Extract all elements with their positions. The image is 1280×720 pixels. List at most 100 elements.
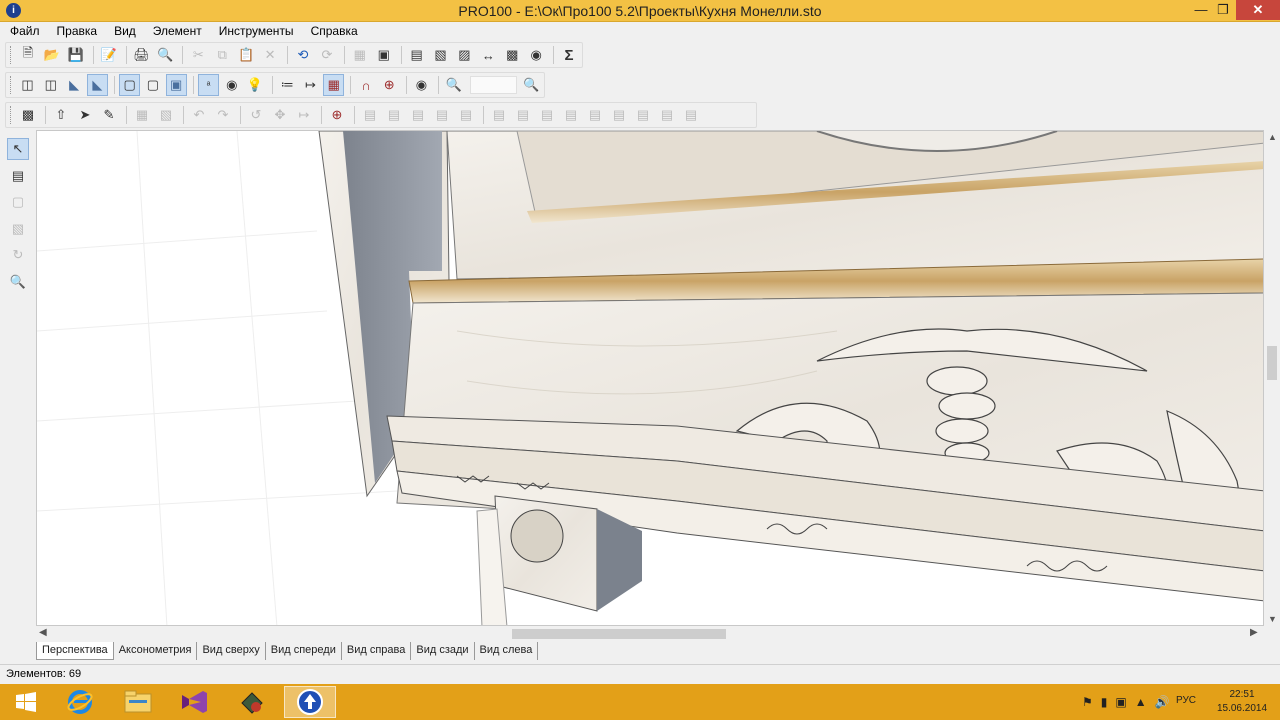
same-width-icon[interactable]: ▤ [560,104,582,126]
same-height-icon[interactable]: ▤ [584,104,606,126]
rotate-tool-icon[interactable]: ↻ [7,245,29,267]
mirror-icon[interactable]: ▤ [656,104,678,126]
box-view-icon[interactable]: ▢ [118,74,141,96]
zoom-in-icon[interactable]: 🔍 [443,74,464,96]
cut-icon[interactable]: ✂ [187,44,209,66]
scroll-left-arrow[interactable]: ◀ [39,627,47,638]
magnet-icon[interactable]: ∩ [355,74,376,96]
copy-tool-icon[interactable]: ▢ [7,191,29,213]
delete-icon[interactable]: ✕ [259,44,281,66]
menu-help[interactable]: Справка [301,22,365,38]
menu-element[interactable]: Элемент [143,22,209,38]
visual-studio-icon[interactable] [168,686,220,718]
tab-axonometry[interactable]: Аксонометрия [113,642,198,660]
wireframe-view-icon[interactable]: ◫ [17,74,38,96]
menu-file[interactable]: Файл [0,22,47,38]
hatch-tool-icon[interactable]: ▤ [7,165,29,187]
group-icon[interactable]: ▦ [131,104,153,126]
horizontal-scroll-thumb[interactable] [512,629,726,639]
vertical-scrollbar[interactable]: ▲ ▼ [1264,130,1280,626]
save-icon[interactable]: 💾 [65,44,87,66]
distribute-v-icon[interactable]: ▤ [455,104,477,126]
3d-viewport[interactable] [36,130,1264,626]
edit-icon[interactable]: ✎ [98,104,120,126]
file-explorer-icon[interactable] [112,686,164,718]
center-view-icon[interactable]: ◉ [411,74,432,96]
report-icon[interactable]: ▩ [501,44,523,66]
align-left-icon[interactable]: ▤ [359,104,381,126]
print-preview-icon[interactable]: 🔍 [155,44,177,66]
zoom-select[interactable] [470,76,517,94]
horizontal-scrollbar[interactable]: ◀ ▶ [36,626,1264,642]
print-icon[interactable]: 🖨 [131,44,153,66]
shaded-view-icon[interactable]: ◣ [63,74,84,96]
open-file-icon[interactable]: 📂 [41,44,63,66]
target-icon[interactable]: ⊕ [379,74,400,96]
toolbar-grip[interactable] [10,46,13,64]
pointer-tool-icon[interactable]: ↖ [7,138,29,160]
find-element-icon[interactable]: ▧ [430,44,452,66]
redo-icon[interactable]: ⟳ [316,44,338,66]
paste-icon[interactable]: 📋 [235,44,257,66]
flag-icon[interactable]: ⚑ [1082,695,1093,709]
scroll-down-arrow[interactable]: ▼ [1268,614,1277,624]
toolbar-grip[interactable] [10,76,13,94]
tab-front-view[interactable]: Вид спереди [265,642,342,660]
rotate-left-icon[interactable]: ↶ [188,104,210,126]
volume-icon[interactable]: 🔊 [1155,695,1170,709]
menu-view[interactable]: Вид [104,22,143,38]
pro100-taskbar-icon[interactable] [284,686,336,718]
move-up-icon[interactable]: ⇧ [50,104,72,126]
sum-button[interactable]: Σ [558,44,580,66]
properties-icon[interactable]: ▦ [349,44,371,66]
undo-move-icon[interactable]: ↺ [245,104,267,126]
security-icon[interactable]: ▣ [1115,695,1126,709]
box-solid-icon[interactable]: ▣ [165,74,187,96]
catalog-icon[interactable]: ▤ [406,44,428,66]
stack-icon[interactable]: ▤ [632,104,654,126]
fit-icon[interactable]: ▤ [680,104,702,126]
grid-icon[interactable]: ▦ [323,74,345,96]
maximize-button[interactable]: ❐ [1210,0,1236,20]
close-button[interactable]: ✕ [1236,0,1280,20]
distribute-h-icon[interactable]: ▤ [431,104,453,126]
move-icon[interactable]: ➤ [74,104,96,126]
select-all-icon[interactable]: ▩ [17,104,39,126]
text-labels-icon[interactable]: ᵃ [197,74,220,96]
clock[interactable]: 22:51 15.06.2014 [1212,688,1272,716]
internet-explorer-icon[interactable] [54,686,106,718]
resize-tool-icon[interactable]: ▧ [7,218,29,240]
tab-top-view[interactable]: Вид сверху [197,642,266,660]
align-center-icon[interactable]: ▤ [383,104,405,126]
pin-icon[interactable]: ⊕ [326,104,348,126]
align-top-icon[interactable]: ▤ [488,104,510,126]
window-icon[interactable]: ▣ [373,44,395,66]
align-middle-icon[interactable]: ▤ [512,104,534,126]
lightbulb-icon[interactable]: 💡 [244,74,265,96]
menu-edit[interactable]: Правка [47,22,105,38]
menu-tools[interactable]: Инструменты [209,22,301,38]
zoom-tool-icon[interactable]: 🔍 [7,271,29,293]
dimensions-icon[interactable]: ↔ [477,44,499,66]
tab-left-view[interactable]: Вид слева [474,642,539,660]
same-depth-icon[interactable]: ▤ [608,104,630,126]
cost-icon[interactable]: ◉ [525,44,547,66]
texture-icon[interactable]: ▨ [453,44,475,66]
zoom-out-icon[interactable]: 🔍 [521,74,542,96]
copy-icon[interactable]: ⧉ [211,44,233,66]
language-indicator[interactable]: РУС [1176,695,1196,706]
textured-view-icon[interactable]: ◣ [86,74,108,96]
tab-perspective[interactable]: Перспектива [36,642,114,660]
ungroup-icon[interactable]: ▧ [155,104,177,126]
new-file-icon[interactable]: 🗎 [17,44,39,66]
toolbar-grip[interactable] [10,106,13,124]
rotate-right-icon[interactable]: ↷ [212,104,234,126]
vertical-scroll-thumb[interactable] [1267,346,1277,380]
tab-right-view[interactable]: Вид справа [341,642,412,660]
align-icon[interactable]: ↦ [293,104,315,126]
align-right-icon[interactable]: ▤ [407,104,429,126]
export-icon[interactable]: 📝 [98,44,120,66]
undo-icon[interactable]: ⟲ [292,44,314,66]
tab-back-view[interactable]: Вид сзади [411,642,475,660]
materials-icon[interactable]: ◉ [221,74,242,96]
